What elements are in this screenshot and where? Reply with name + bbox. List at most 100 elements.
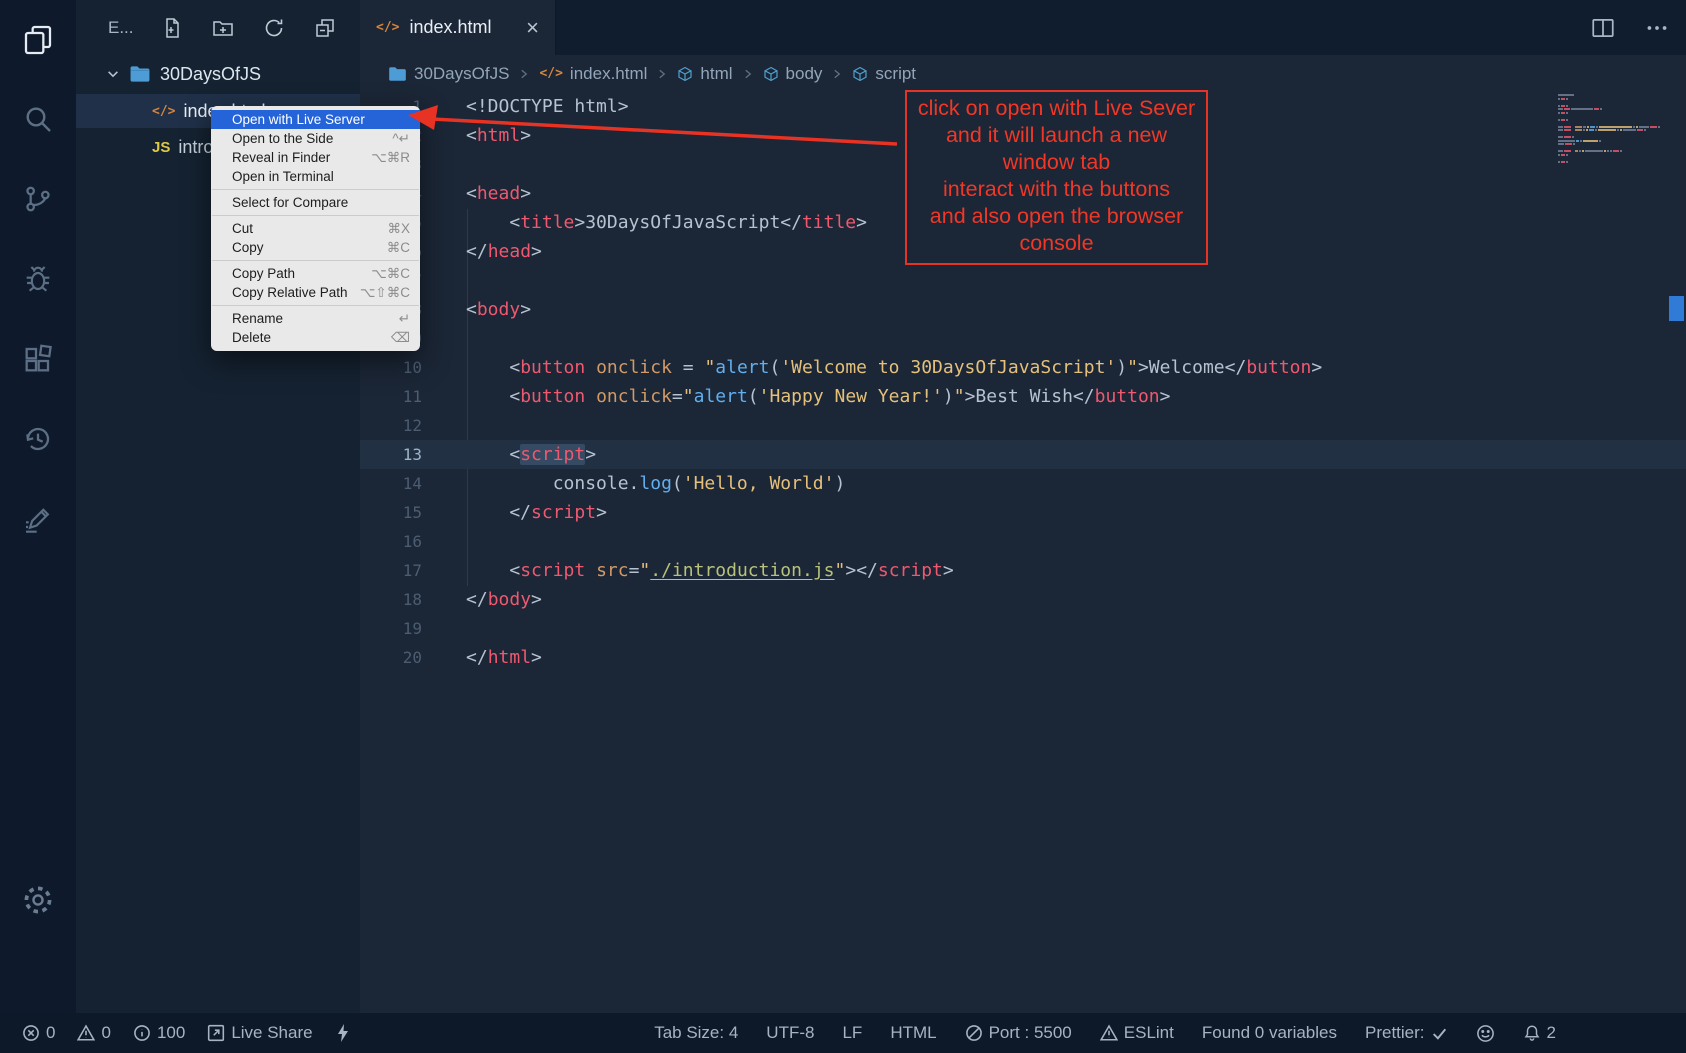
collapse-all-icon[interactable] — [313, 16, 337, 40]
code-text[interactable]: <script src="./introduction.js"></script… — [422, 556, 954, 585]
code-line[interactable]: 8<body> — [360, 295, 1686, 324]
menu-item-rename[interactable]: Rename↵ — [211, 309, 420, 328]
code-text[interactable] — [422, 527, 466, 556]
live-server-pen-icon[interactable] — [15, 496, 61, 542]
code-text[interactable] — [422, 614, 466, 643]
port-indicator[interactable]: Port : 5500 — [965, 1023, 1072, 1043]
line-number[interactable]: 13 — [360, 440, 422, 469]
line-number[interactable]: 20 — [360, 643, 422, 672]
code-line[interactable]: 11 <button onclick="alert('Happy New Yea… — [360, 382, 1686, 411]
code-text[interactable]: <title>30DaysOfJavaScript</title> — [422, 208, 867, 237]
minimap[interactable] — [1558, 94, 1668, 164]
problems-errors[interactable]: 0 — [22, 1023, 55, 1043]
code-text[interactable]: <script> — [422, 440, 596, 469]
annotation-box: click on open with Live Severand it will… — [905, 90, 1208, 265]
source-control-icon[interactable] — [15, 176, 61, 222]
lightning-button[interactable] — [335, 1023, 351, 1043]
code-text[interactable] — [422, 411, 466, 440]
code-text[interactable]: </script> — [422, 498, 607, 527]
code-line[interactable]: 9 — [360, 324, 1686, 353]
menu-item-copy-relative-path[interactable]: Copy Relative Path⌥⇧⌘C — [211, 283, 420, 302]
breadcrumb: 30DaysOfJS </> index.html html body scri… — [360, 55, 1686, 92]
breadcrumb-html[interactable]: html — [677, 64, 732, 84]
code-line[interactable]: 7 — [360, 266, 1686, 295]
line-number[interactable]: 16 — [360, 527, 422, 556]
info-icon — [133, 1024, 151, 1042]
close-icon[interactable]: × — [526, 17, 539, 39]
menu-item-cut[interactable]: Cut⌘X — [211, 219, 420, 238]
code-text[interactable]: <button onclick = "alert('Welcome to 30D… — [422, 353, 1322, 382]
new-folder-icon[interactable] — [211, 16, 235, 40]
code-line[interactable]: 20</html> — [360, 643, 1686, 672]
refresh-icon[interactable] — [262, 16, 286, 40]
code-text[interactable]: console.log('Hello, World') — [422, 469, 845, 498]
feedback-smiley[interactable] — [1476, 1024, 1495, 1043]
code-text[interactable]: </html> — [422, 643, 542, 672]
live-share-button[interactable]: Live Share — [207, 1023, 312, 1043]
explorer-icon[interactable] — [15, 16, 61, 62]
notifications-bell[interactable]: 2 — [1523, 1023, 1556, 1043]
folder-row-30daysofjs[interactable]: 30DaysOfJS — [76, 58, 360, 90]
problems-warnings[interactable]: 0 — [77, 1023, 110, 1043]
language-indicator[interactable]: HTML — [890, 1023, 936, 1043]
code-text[interactable]: <button onclick="alert('Happy New Year!'… — [422, 382, 1170, 411]
breadcrumb-folder[interactable]: 30DaysOfJS — [388, 64, 509, 84]
line-number[interactable]: 10 — [360, 353, 422, 382]
code-text[interactable] — [422, 150, 466, 179]
settings-gear-icon[interactable] — [15, 877, 61, 923]
code-line[interactable]: 12 — [360, 411, 1686, 440]
menu-item-select-for-compare[interactable]: Select for Compare — [211, 193, 420, 212]
info-count[interactable]: 100 — [133, 1023, 185, 1043]
menu-item-copy-path[interactable]: Copy Path⌥⌘C — [211, 264, 420, 283]
menu-item-reveal-in-finder[interactable]: Reveal in Finder⌥⌘R — [211, 148, 420, 167]
line-number[interactable]: 12 — [360, 411, 422, 440]
tab-size-indicator[interactable]: Tab Size: 4 — [654, 1023, 738, 1043]
line-number[interactable]: 11 — [360, 382, 422, 411]
menu-item-open-to-the-side[interactable]: Open to the Side^↵ — [211, 129, 420, 148]
new-file-icon[interactable] — [160, 16, 184, 40]
code-line[interactable]: 17 <script src="./introduction.js"></scr… — [360, 556, 1686, 585]
code-text[interactable]: <head> — [422, 179, 531, 208]
eol-indicator[interactable]: LF — [842, 1023, 862, 1043]
debug-icon[interactable] — [15, 256, 61, 302]
line-number[interactable]: 17 — [360, 556, 422, 585]
eslint-indicator[interactable]: ESLint — [1100, 1023, 1174, 1043]
tab-index-html[interactable]: </> index.html × — [360, 0, 556, 55]
line-number[interactable]: 14 — [360, 469, 422, 498]
extensions-icon[interactable] — [15, 336, 61, 382]
code-text[interactable] — [422, 324, 466, 353]
code-text[interactable]: <html> — [422, 121, 531, 150]
breadcrumb-script[interactable]: script — [852, 64, 916, 84]
line-number[interactable]: 15 — [360, 498, 422, 527]
search-icon[interactable] — [15, 96, 61, 142]
lightning-icon — [335, 1023, 351, 1043]
split-editor-icon[interactable] — [1590, 15, 1616, 41]
menu-item-open-in-terminal[interactable]: Open in Terminal — [211, 167, 420, 186]
menu-item-delete[interactable]: Delete⌫ — [211, 328, 420, 347]
code-text[interactable]: </head> — [422, 237, 542, 266]
encoding-indicator[interactable]: UTF-8 — [766, 1023, 814, 1043]
menu-item-copy[interactable]: Copy⌘C — [211, 238, 420, 257]
code-line[interactable]: 16 — [360, 527, 1686, 556]
variables-indicator[interactable]: Found 0 variables — [1202, 1023, 1337, 1043]
code-line[interactable]: 15 </script> — [360, 498, 1686, 527]
chevron-down-icon — [106, 67, 120, 81]
menu-item-open-with-live-server[interactable]: Open with Live Server — [211, 110, 420, 129]
breadcrumb-body[interactable]: body — [763, 64, 823, 84]
breadcrumb-file[interactable]: </> index.html — [539, 64, 647, 84]
history-icon[interactable] — [15, 416, 61, 462]
prettier-indicator[interactable]: Prettier: — [1365, 1023, 1448, 1043]
code-text[interactable]: </body> — [422, 585, 542, 614]
folder-icon — [129, 65, 151, 83]
code-text[interactable]: <!DOCTYPE html> — [422, 92, 629, 121]
line-number[interactable]: 19 — [360, 614, 422, 643]
more-actions-icon[interactable] — [1644, 15, 1670, 41]
code-text[interactable]: <body> — [422, 295, 531, 324]
code-line[interactable]: 19 — [360, 614, 1686, 643]
code-line[interactable]: 14 console.log('Hello, World') — [360, 469, 1686, 498]
code-text[interactable] — [422, 266, 466, 295]
line-number[interactable]: 18 — [360, 585, 422, 614]
code-line[interactable]: 10 <button onclick = "alert('Welcome to … — [360, 353, 1686, 382]
code-line[interactable]: 18</body> — [360, 585, 1686, 614]
code-line[interactable]: 13 <script> — [360, 440, 1686, 469]
